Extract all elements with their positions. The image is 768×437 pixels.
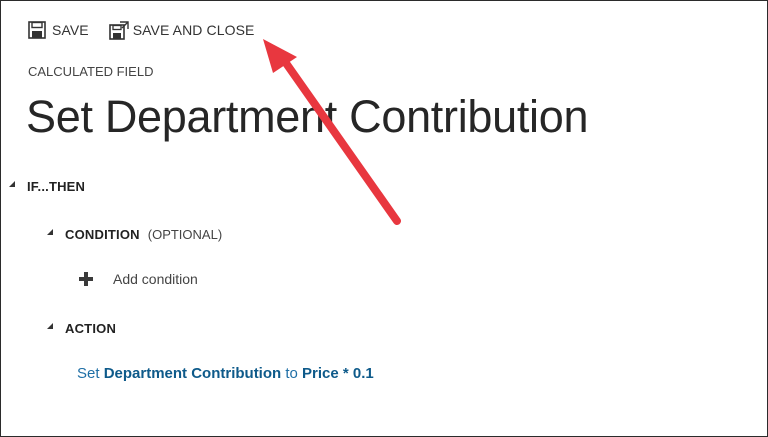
page-title: Set Department Contribution [26, 91, 589, 142]
condition-optional-label: (OPTIONAL) [147, 227, 223, 242]
save-label: SAVE [52, 22, 89, 38]
action-value: Price * 0.1 [302, 365, 374, 382]
add-condition-button[interactable]: Add condition [79, 271, 198, 287]
add-condition-label: Add condition [113, 271, 198, 287]
save-close-icon [108, 21, 129, 40]
action-section-header[interactable]: ACTION [47, 321, 116, 336]
collapse-triangle-icon[interactable] [47, 322, 53, 329]
condition-label: CONDITION [65, 227, 140, 242]
save-icon [28, 21, 46, 39]
condition-section-header[interactable]: CONDITION (OPTIONAL) [47, 227, 222, 242]
plus-icon [79, 272, 93, 286]
action-connector: to [285, 365, 298, 382]
if-then-label: IF...THEN [27, 179, 86, 194]
entity-type-label: CALCULATED FIELD [28, 64, 154, 79]
collapse-triangle-icon[interactable] [47, 228, 53, 235]
command-bar: SAVE SAVE AND CLOSE [28, 19, 254, 41]
save-and-close-button[interactable]: SAVE AND CLOSE [108, 21, 255, 40]
collapse-triangle-icon[interactable] [9, 180, 15, 187]
action-expression[interactable]: Set Department Contribution to Price * 0… [77, 365, 374, 382]
action-field: Department Contribution [103, 365, 282, 382]
action-prefix: Set [77, 365, 100, 382]
calculated-field-editor: SAVE SAVE AND CLOSE CALCULATED FIELD Set… [0, 0, 768, 437]
action-label: ACTION [65, 321, 117, 336]
if-then-section-header[interactable]: IF...THEN [9, 179, 85, 194]
save-and-close-label: SAVE AND CLOSE [132, 22, 255, 38]
save-button[interactable]: SAVE [28, 21, 89, 39]
